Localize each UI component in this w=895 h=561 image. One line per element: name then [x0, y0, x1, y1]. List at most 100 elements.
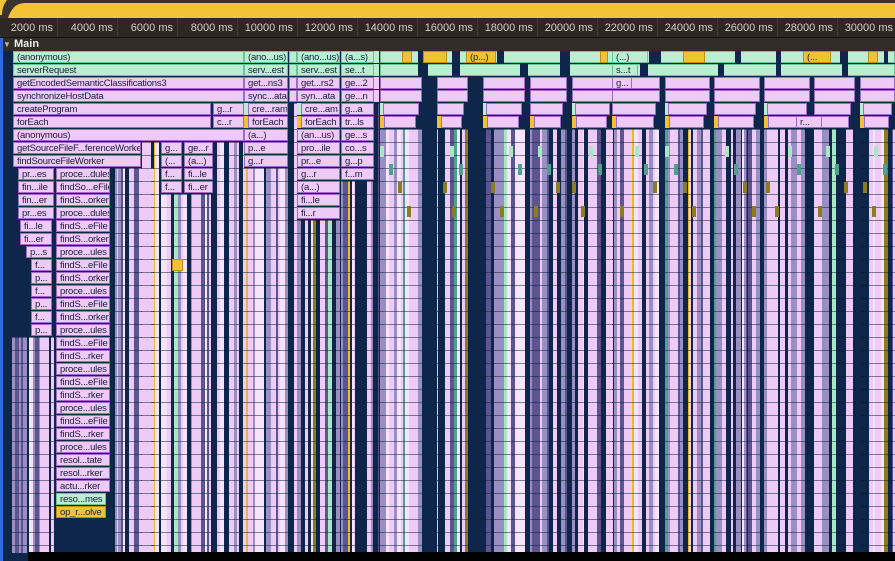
flame-frame[interactable]: [560, 64, 570, 76]
flame-texture-band[interactable]: [437, 129, 468, 553]
micro-frame[interactable]: [524, 129, 525, 553]
flame-texture-band[interactable]: [572, 129, 613, 553]
micro-frame[interactable]: [297, 220, 301, 553]
flame-frame-proce-ules[interactable]: proce...ules: [56, 441, 110, 453]
micro-frame[interactable]: [354, 181, 355, 553]
micro-frame[interactable]: [450, 146, 454, 157]
flame-frame[interactable]: [683, 51, 705, 63]
flame-frame-ge-r[interactable]: ge...r: [184, 142, 213, 154]
flame-frame-[interactable]: (...: [161, 155, 182, 167]
flame-frame[interactable]: [418, 64, 428, 76]
flame-frame-finds-efile[interactable]: findS...eFile: [56, 298, 110, 310]
flame-frame[interactable]: [374, 51, 379, 63]
micro-frame[interactable]: [167, 194, 171, 553]
micro-frame[interactable]: [692, 206, 696, 217]
micro-frame[interactable]: [305, 220, 308, 553]
micro-frame[interactable]: [51, 337, 54, 553]
flame-frame-finds-rker[interactable]: findS...rker: [56, 389, 110, 401]
micro-frame[interactable]: [825, 129, 829, 553]
flame-frame[interactable]: [487, 116, 519, 128]
flame-frame-syn-ata[interactable]: syn...ata: [297, 90, 340, 102]
flame-frame-ge-s[interactable]: ge...s: [341, 129, 374, 141]
micro-frame[interactable]: [452, 206, 456, 217]
micro-frame[interactable]: [801, 129, 805, 553]
flame-frame-sync-ata[interactable]: sync...ata: [244, 90, 288, 102]
flame-frame-foreach[interactable]: forEach: [248, 116, 288, 128]
bottom-scrollbar-track[interactable]: [28, 552, 895, 561]
flame-frame[interactable]: [383, 103, 419, 115]
flame-frame-g-r[interactable]: g...r: [297, 168, 340, 180]
flame-frame-fi-er[interactable]: fi...er: [184, 181, 213, 193]
flame-chart[interactable]: (anonymous)serverRequestgetEncodedSemant…: [0, 0, 895, 561]
micro-frame[interactable]: [743, 182, 747, 193]
flame-frame[interactable]: [668, 103, 707, 115]
flame-frame[interactable]: [714, 77, 760, 89]
flame-frame-g[interactable]: g...: [612, 77, 632, 89]
micro-frame[interactable]: [725, 146, 729, 157]
micro-frame[interactable]: [459, 164, 463, 175]
micro-frame[interactable]: [739, 129, 741, 553]
flame-frame-fin-ile[interactable]: fin...ile: [18, 181, 54, 193]
flame-frame[interactable]: [640, 64, 648, 76]
flame-frame-fi-er[interactable]: fi...er: [20, 233, 52, 245]
flame-frame[interactable]: [572, 77, 613, 89]
micro-frame[interactable]: [583, 129, 584, 553]
flame-frame[interactable]: [380, 90, 422, 102]
micro-frame[interactable]: [674, 164, 678, 175]
flame-frame-fi-le[interactable]: fi...le: [297, 194, 340, 206]
micro-frame[interactable]: [774, 129, 778, 553]
micro-frame[interactable]: [378, 103, 379, 553]
flame-frame[interactable]: [612, 103, 656, 115]
micro-frame[interactable]: [797, 164, 801, 175]
flame-texture-band[interactable]: [665, 129, 710, 553]
micro-frame[interactable]: [518, 164, 522, 175]
flame-frame-synchronizehostdata[interactable]: synchronizeHostData: [13, 90, 244, 102]
flame-frame-finds-orker[interactable]: findS...orker: [56, 233, 110, 245]
micro-frame[interactable]: [155, 142, 159, 553]
flame-frame[interactable]: [767, 103, 807, 115]
micro-frame[interactable]: [260, 168, 264, 553]
micro-frame[interactable]: [491, 182, 495, 193]
flame-frame-fi-r[interactable]: fi...r: [297, 207, 340, 219]
flame-frame-pr-es[interactable]: pr...es: [18, 207, 54, 219]
flame-frame-tr-ls[interactable]: tr...ls: [341, 116, 374, 128]
flame-frame[interactable]: [483, 77, 525, 89]
flame-texture-band[interactable]: [161, 194, 213, 553]
flame-frame[interactable]: [814, 103, 851, 115]
flame-frame-pr-es[interactable]: pr...es: [18, 168, 54, 180]
micro-frame[interactable]: [407, 206, 411, 217]
flame-frame-se-t[interactable]: se...t: [341, 64, 374, 76]
flame-frame-serv-est[interactable]: serv...est: [297, 64, 340, 76]
micro-frame[interactable]: [47, 337, 49, 553]
flame-frame[interactable]: [714, 90, 760, 102]
flame-texture-band[interactable]: [12, 337, 55, 553]
flame-frame-p-s[interactable]: p...s: [26, 246, 52, 258]
flame-frame-pr-e[interactable]: pr...e: [297, 155, 340, 167]
flame-frame[interactable]: [818, 116, 849, 128]
micro-frame[interactable]: [598, 164, 602, 175]
flame-texture-band[interactable]: [244, 168, 289, 553]
flame-texture-band[interactable]: [374, 103, 379, 553]
micro-frame[interactable]: [348, 181, 350, 553]
flame-frame[interactable]: [764, 90, 810, 102]
micro-frame[interactable]: [389, 164, 393, 175]
flame-frame-cre-am[interactable]: cre...am: [301, 103, 340, 115]
flame-frame[interactable]: [840, 51, 848, 63]
flame-frame[interactable]: [374, 77, 379, 89]
flame-frame[interactable]: [452, 51, 460, 63]
flame-frame[interactable]: [534, 116, 561, 128]
flame-frame-finds-orker[interactable]: findS...orker: [56, 194, 110, 206]
flame-frame[interactable]: [669, 116, 704, 128]
micro-frame[interactable]: [665, 146, 669, 157]
micro-frame[interactable]: [418, 129, 422, 553]
flame-frame-f[interactable]: f...: [161, 181, 182, 193]
flame-frame-f[interactable]: f...: [31, 311, 52, 323]
flame-frame-pro-ile[interactable]: pro...ile: [297, 142, 340, 154]
flame-frame[interactable]: [530, 103, 563, 115]
flame-frame-foreach[interactable]: forEach: [301, 116, 340, 128]
flame-frame-p[interactable]: p...: [31, 272, 52, 284]
micro-frame[interactable]: [734, 164, 738, 175]
flame-frame-a[interactable]: (a...): [297, 181, 340, 193]
flame-frame-[interactable]: (...): [612, 51, 648, 63]
micro-frame[interactable]: [220, 142, 224, 553]
